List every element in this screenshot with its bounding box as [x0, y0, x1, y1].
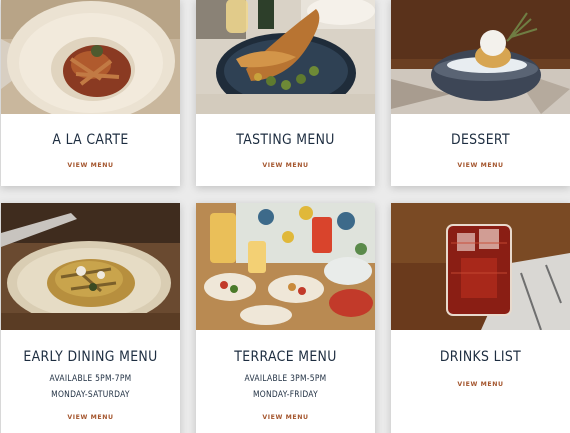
card-title: EARLY DINING MENU	[23, 349, 158, 365]
view-menu-link[interactable]: VIEW MENU	[196, 414, 375, 421]
menu-card-tasting-menu[interactable]: TASTING MENU VIEW MENU	[196, 0, 375, 186]
view-menu-link[interactable]: VIEW MENU	[391, 162, 570, 169]
view-menu-link[interactable]: VIEW MENU	[1, 162, 180, 169]
menu-card-dessert[interactable]: DESSERT VIEW MENU	[391, 0, 570, 186]
availability-hours: AVAILABLE 3PM-5PM	[244, 374, 327, 384]
availability-days: MONDAY-SATURDAY	[51, 389, 130, 400]
card-title: DESSERT	[451, 132, 510, 148]
roast-poussin-image[interactable]	[196, 0, 375, 114]
menu-card-early-dining[interactable]: EARLY DINING MENU AVAILABLE 5PM-7PM MOND…	[1, 203, 180, 433]
dessert-bowl-image[interactable]	[391, 0, 570, 114]
view-menu-link[interactable]: VIEW MENU	[196, 162, 375, 169]
pasta-plate-image[interactable]	[1, 0, 180, 114]
card-title: TERRACE MENU	[234, 349, 337, 365]
card-title: DRINKS LIST	[439, 349, 522, 365]
view-menu-link[interactable]: VIEW MENU	[391, 381, 570, 388]
availability-days: MONDAY-FRIDAY	[252, 389, 319, 400]
card-title: A LA CARTE	[52, 132, 129, 148]
menu-card-terrace[interactable]: TERRACE MENU AVAILABLE 3PM-5PM MONDAY-FR…	[196, 203, 375, 433]
menu-card-drinks[interactable]: DRINKS LIST VIEW MENU	[391, 203, 570, 433]
terrace-spread-image[interactable]	[196, 203, 375, 330]
card-title: TASTING MENU	[236, 132, 335, 148]
gnocchi-plate-image[interactable]	[1, 203, 180, 330]
negroni-cocktail-image[interactable]	[391, 203, 570, 330]
view-menu-link[interactable]: VIEW MENU	[1, 414, 180, 421]
menu-card-a-la-carte[interactable]: A LA CARTE VIEW MENU	[1, 0, 180, 186]
availability-hours: AVAILABLE 5PM-7PM	[49, 374, 132, 384]
